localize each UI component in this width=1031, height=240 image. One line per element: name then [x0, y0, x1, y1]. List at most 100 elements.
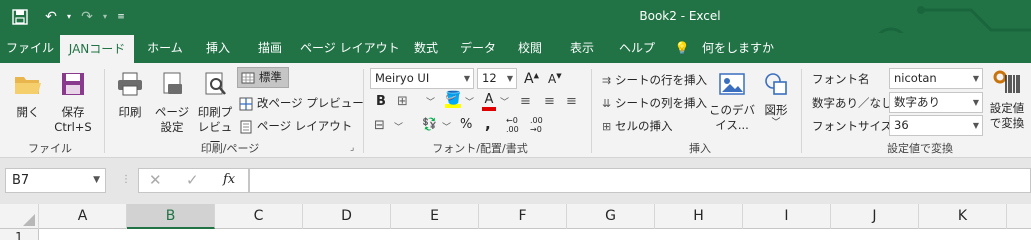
insert-column-icon: ⇊: [602, 97, 612, 110]
divider: [591, 69, 592, 153]
font-size-value: 12: [482, 71, 497, 85]
save-icon[interactable]: [0, 0, 40, 33]
increase-font-icon[interactable]: A▲: [524, 71, 539, 87]
window-title: Book2 - Excel: [639, 9, 721, 23]
print-button[interactable]: 印刷: [112, 71, 148, 120]
convert-with-settings-button[interactable]: 設定値 で変換: [985, 69, 1029, 131]
column-header[interactable]: H: [655, 204, 743, 229]
cell-grid[interactable]: [39, 229, 1031, 240]
chevron-down-icon: ▼: [972, 74, 979, 83]
font-color-icon[interactable]: A: [482, 92, 496, 111]
insert-function-button[interactable]: fx: [223, 172, 235, 187]
numeric-setting-dropdown[interactable]: 数字あり ▼: [889, 92, 983, 113]
redo-dropdown-icon[interactable]: ▾: [98, 0, 112, 33]
print-preview-button[interactable]: 印刷プ レビュー: [194, 71, 236, 150]
percent-button[interactable]: %: [460, 117, 472, 132]
page-setup-icon: [163, 72, 182, 94]
file-group-label: ファイル: [28, 142, 72, 155]
row-header[interactable]: 1: [0, 229, 39, 240]
tab-tell-me[interactable]: 何をしますか: [700, 33, 776, 63]
align-right-icon[interactable]: ≡: [566, 94, 577, 109]
column-header[interactable]: J: [831, 204, 919, 229]
tell-me-icon[interactable]: 💡: [672, 33, 692, 63]
decrease-font-icon[interactable]: A▼: [548, 72, 562, 86]
bold-icon[interactable]: B: [376, 94, 386, 109]
font-name-dropdown[interactable]: Meiryo UI ▼: [370, 68, 474, 89]
save-ctrl-s-button[interactable]: 保存 Ctrl+S: [50, 71, 96, 135]
column-header[interactable]: C: [215, 204, 303, 229]
customize-qat-icon[interactable]: ≡: [112, 0, 130, 33]
increase-decimal-icon[interactable]: ←0.00: [506, 116, 519, 134]
tab-help[interactable]: ヘルプ: [612, 33, 662, 63]
column-header[interactable]: D: [303, 204, 391, 229]
quick-access-toolbar: ↶ ▾ ↷ ▾ ≡: [0, 0, 130, 33]
chevron-down-icon: ▼: [506, 74, 513, 83]
tab-jan-code[interactable]: JANコード: [60, 35, 134, 63]
page-break-preview-button[interactable]: 改ページ プレビュー: [239, 93, 364, 113]
borders-icon[interactable]: ⊞: [397, 94, 408, 109]
fill-color-dropdown-icon[interactable]: ﹀: [465, 95, 474, 108]
font-size-setting-dropdown[interactable]: 36 ▼: [889, 115, 983, 136]
column-header[interactable]: [1007, 204, 1031, 229]
borders-dropdown-icon[interactable]: ﹀: [426, 95, 435, 108]
column-header[interactable]: B: [127, 204, 215, 229]
name-box[interactable]: B7 ▼: [5, 168, 106, 193]
column-header[interactable]: A: [39, 204, 127, 229]
picture-icon: [719, 73, 745, 95]
save-disk-icon: [62, 73, 84, 95]
settings-group-label: 設定値で変換: [887, 142, 953, 155]
font-size-dropdown[interactable]: 12 ▼: [477, 68, 517, 89]
comma-button[interactable]: ,: [485, 115, 491, 133]
number-format-icon[interactable]: 💱: [422, 117, 437, 131]
title-bar: ↶ ▾ ↷ ▾ ≡ Book2 - Excel: [0, 0, 1031, 63]
column-header[interactable]: F: [479, 204, 567, 229]
decrease-decimal-icon[interactable]: .00 →0: [530, 116, 543, 134]
normal-view-button[interactable]: 標準: [237, 67, 289, 88]
this-device-button[interactable]: このデバ イス...: [709, 71, 755, 133]
column-header[interactable]: E: [391, 204, 479, 229]
select-all-corner[interactable]: [0, 204, 39, 229]
shapes-dropdown-icon: ﹀: [771, 118, 781, 128]
column-header[interactable]: G: [567, 204, 655, 229]
formula-bar-grip-icon: ⋮: [121, 174, 131, 185]
tab-review[interactable]: 校閲: [508, 33, 552, 63]
number-format-dropdown-icon[interactable]: ﹀: [442, 120, 451, 133]
font-name-setting-label: フォント名: [812, 72, 870, 86]
tab-home[interactable]: ホーム: [140, 33, 190, 63]
merge-dropdown-icon[interactable]: ﹀: [394, 120, 403, 133]
shapes-button[interactable]: 図形 ﹀: [758, 71, 794, 128]
tab-data[interactable]: データ: [454, 33, 502, 63]
font-name-setting-dropdown[interactable]: nicotan ▼: [889, 68, 983, 89]
dialog-launcher-icon[interactable]: ⌟: [350, 143, 354, 153]
insert-sheet-column-button[interactable]: ⇊ シートの列を挿入: [602, 93, 707, 113]
align-left-icon[interactable]: ≡: [520, 94, 531, 109]
fill-color-icon[interactable]: 🪣: [445, 91, 461, 108]
print-label: 印刷: [118, 105, 142, 119]
align-center-icon[interactable]: ≡: [544, 94, 555, 109]
redo-icon[interactable]: ↷: [76, 0, 98, 33]
cancel-icon[interactable]: ✕: [149, 171, 162, 189]
undo-dropdown-icon[interactable]: ▾: [62, 0, 76, 33]
font-color-dropdown-icon[interactable]: ﹀: [500, 95, 509, 108]
page-setup-button[interactable]: ページ 設定: [152, 71, 192, 135]
tab-page-layout[interactable]: ページ レイアウト: [300, 33, 400, 63]
formula-input[interactable]: [249, 168, 1031, 193]
open-button[interactable]: 開く: [8, 71, 48, 120]
font-size-setting-label: フォントサイズ: [812, 119, 893, 133]
tab-view[interactable]: 表示: [560, 33, 604, 63]
page-layout-view-button[interactable]: ページ レイアウト: [239, 116, 352, 136]
chevron-down-icon: ▼: [972, 121, 979, 130]
open-folder-icon: [15, 77, 41, 94]
undo-icon[interactable]: ↶: [40, 0, 62, 33]
tab-file[interactable]: ファイル: [0, 33, 60, 63]
insert-sheet-row-button[interactable]: ⇉ シートの行を挿入: [602, 70, 707, 90]
merge-cells-icon[interactable]: ⊟: [374, 118, 385, 133]
formula-buttons: ✕ ✓ fx: [138, 168, 249, 193]
tab-draw[interactable]: 描画: [248, 33, 292, 63]
column-header[interactable]: K: [919, 204, 1007, 229]
tab-insert[interactable]: 挿入: [196, 33, 240, 63]
column-header[interactable]: I: [743, 204, 831, 229]
insert-cell-button[interactable]: ⊞ セルの挿入: [602, 116, 673, 136]
tab-formulas[interactable]: 数式: [404, 33, 448, 63]
enter-icon[interactable]: ✓: [186, 171, 199, 189]
